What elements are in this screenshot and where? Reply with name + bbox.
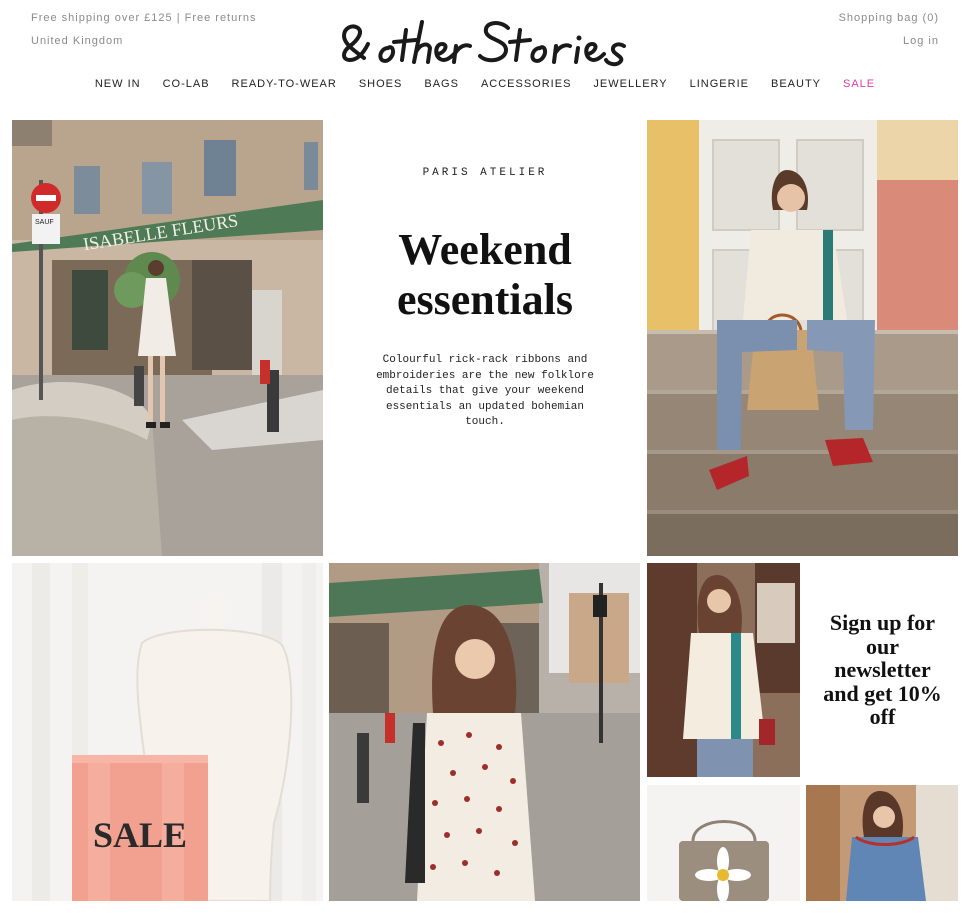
nav-item-beauty[interactable]: BEAUTY	[771, 78, 821, 90]
nav-item-bags[interactable]: BAGS	[424, 78, 459, 90]
sale-mannequin-image: SALE	[12, 563, 323, 901]
street-corner-image: ISABELLE FLEURS SAUF	[12, 120, 323, 556]
nav-item-jewellery[interactable]: JEWELLERY	[593, 78, 667, 90]
nav-item-lingerie[interactable]: LINGERIE	[690, 78, 749, 90]
feature-headline[interactable]: Weekend essentials	[323, 225, 647, 325]
woman-denim-jacket-image	[806, 785, 958, 901]
photo-woman-teal-scarf[interactable]	[647, 563, 800, 777]
shopping-bag-link[interactable]: Shopping bag (0)	[839, 12, 939, 24]
street-sign-text: SAUF	[35, 219, 54, 226]
photo-woman-on-steps[interactable]	[647, 120, 958, 556]
nav-item-co-lab[interactable]: CO-LAB	[163, 78, 210, 90]
shipping-note[interactable]: Free shipping over £125 | Free returns	[31, 12, 257, 24]
feature-editorial: PARIS ATELIER Weekend essentials Colourf…	[323, 120, 647, 556]
main-navigation: NEW IN CO-LAB READY-TO-WEAR SHOES BAGS A…	[0, 78, 970, 98]
feature-headline-line-2: essentials	[397, 275, 573, 324]
feature-headline-line-1: Weekend	[398, 225, 572, 274]
newsletter-signup[interactable]: Sign up for our newsletter and get 10% o…	[801, 563, 964, 777]
logo-script	[342, 20, 626, 67]
brand-logo[interactable]	[330, 8, 640, 68]
feature-body: Colourful rick-rack ribbons and embroide…	[376, 354, 594, 428]
login-link[interactable]: Log in	[903, 35, 939, 47]
photo-street-corner[interactable]: ISABELLE FLEURS SAUF	[12, 120, 323, 556]
woman-floral-dress-image	[329, 563, 640, 901]
nav-item-ready-to-wear[interactable]: READY-TO-WEAR	[232, 78, 337, 90]
nav-item-shoes[interactable]: SHOES	[359, 78, 403, 90]
photo-woman-denim-jacket[interactable]	[806, 785, 958, 901]
photo-woman-floral-dress[interactable]	[329, 563, 640, 901]
woman-teal-scarf-image	[647, 563, 800, 777]
region-selector[interactable]: United Kingdom	[31, 35, 123, 47]
sale-sign-text: SALE	[93, 815, 187, 855]
newsletter-text: Sign up for our newsletter and get 10% o…	[823, 610, 942, 730]
photo-sale-mannequin[interactable]: SALE	[12, 563, 323, 901]
daisy-bag-image	[647, 785, 800, 901]
feature-kicker: PARIS ATELIER	[422, 167, 548, 179]
photo-daisy-bag[interactable]	[647, 785, 800, 901]
nav-item-sale[interactable]: SALE	[843, 78, 875, 90]
nav-item-new-in[interactable]: NEW IN	[95, 78, 141, 90]
woman-on-steps-image	[647, 120, 958, 556]
nav-item-accessories[interactable]: ACCESSORIES	[481, 78, 571, 90]
